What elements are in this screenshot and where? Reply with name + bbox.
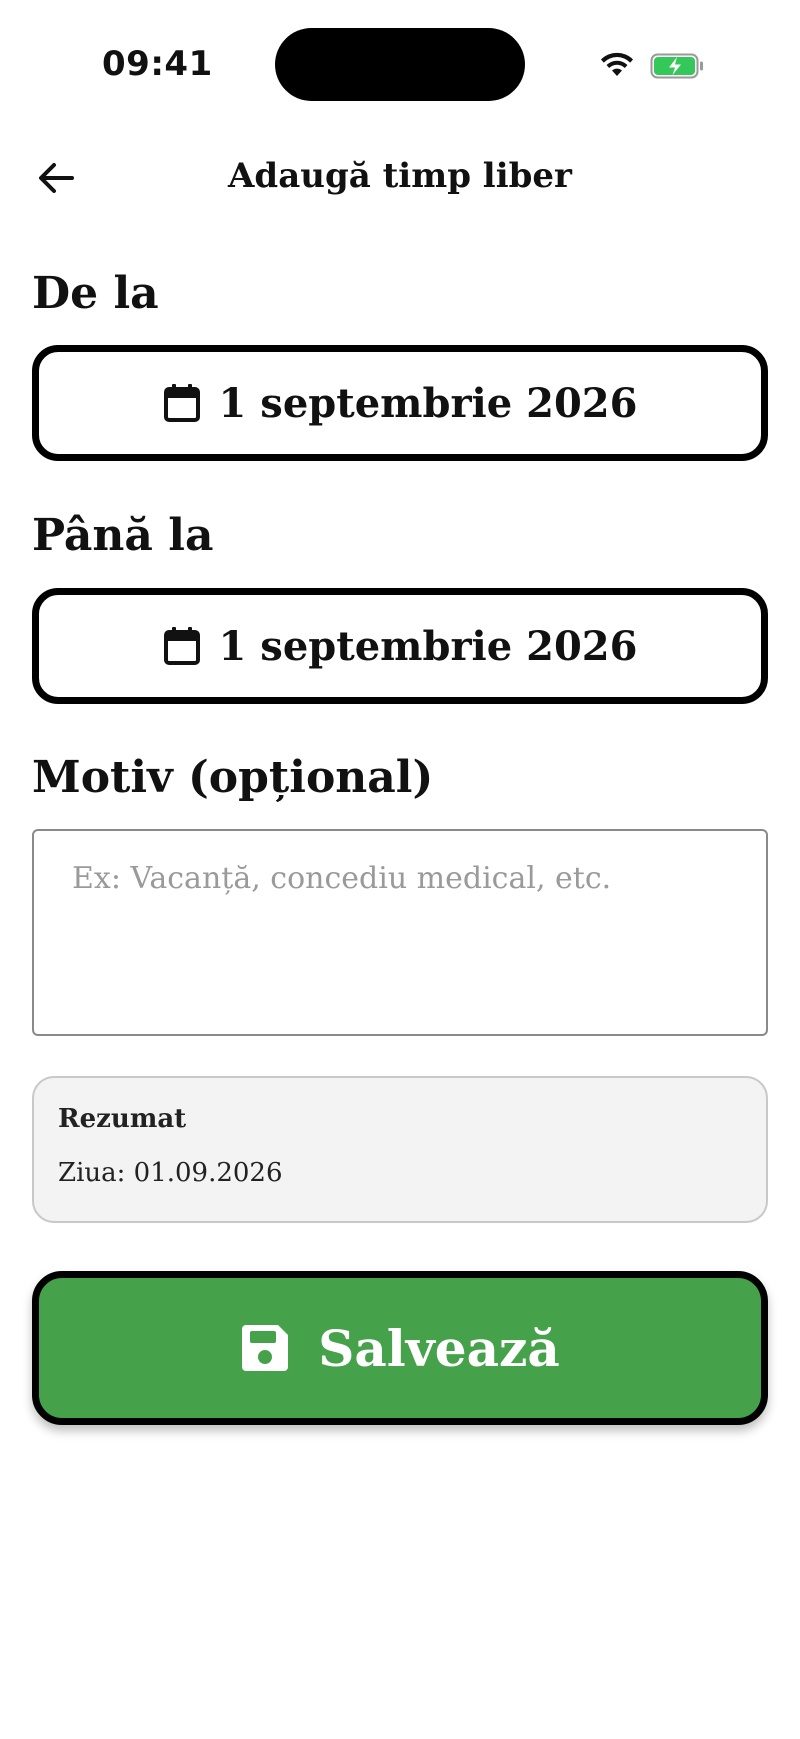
summary-day: Ziua: 01.09.2026	[58, 1158, 283, 1188]
calendar-icon	[163, 384, 200, 422]
page-title: Adaugă timp liber	[228, 156, 572, 196]
floppy-disk-icon	[242, 1325, 289, 1371]
battery-charging-icon	[650, 53, 703, 79]
to-label: Până la	[32, 510, 214, 561]
save-button[interactable]: Salvează	[32, 1271, 768, 1425]
to-date-value: 1 septembrie 2026	[218, 622, 638, 670]
from-date-button[interactable]: 1 septembrie 2026	[32, 345, 768, 461]
calendar-icon	[163, 627, 200, 665]
to-date-button[interactable]: 1 septembrie 2026	[32, 588, 768, 704]
from-date-value: 1 septembrie 2026	[218, 379, 638, 427]
dynamic-island	[275, 28, 525, 101]
add-time-off-screen: 09:41 Adaugă timp liber De la 1 septembr…	[0, 0, 800, 1739]
from-label: De la	[32, 268, 159, 319]
wifi-icon	[601, 52, 633, 76]
reason-label: Motiv (opțional)	[32, 752, 434, 803]
save-label: Salvează	[318, 1318, 560, 1378]
status-time: 09:41	[102, 44, 213, 84]
reason-textarea[interactable]	[32, 829, 768, 1036]
summary-title: Rezumat	[58, 1104, 187, 1134]
summary-card: Rezumat Ziua: 01.09.2026	[32, 1076, 768, 1223]
